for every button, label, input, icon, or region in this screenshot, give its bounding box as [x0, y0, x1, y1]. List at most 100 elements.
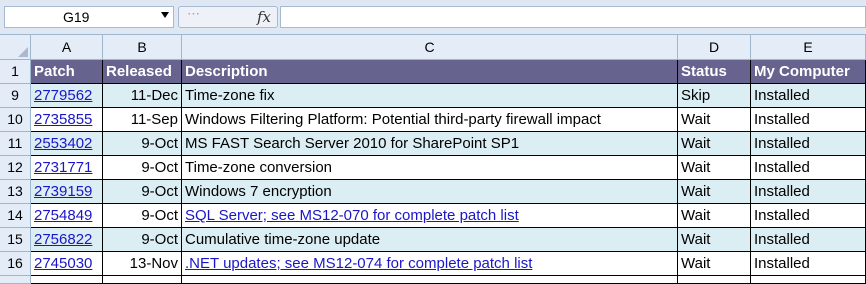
column-header-c[interactable]: C: [182, 35, 678, 60]
insert-function-button[interactable]: fx: [257, 8, 271, 26]
table-cell-col-e[interactable]: Installed: [751, 252, 866, 276]
row-header[interactable]: 10: [0, 108, 31, 132]
patch-link[interactable]: 2745030: [34, 255, 92, 272]
table-header-cell[interactable]: Released: [103, 60, 182, 84]
patch-link[interactable]: 2779562: [34, 87, 92, 104]
table-cell-col-c[interactable]: Time-zone conversion: [182, 156, 678, 180]
table-cell-col-d[interactable]: Skip: [678, 84, 751, 108]
patch-link[interactable]: 2735855: [34, 111, 92, 128]
table-cell-col-b[interactable]: 11-Sep: [103, 108, 182, 132]
column-header-b[interactable]: B: [103, 35, 182, 60]
table-cell-col-c[interactable]: Time-zone fix: [182, 84, 678, 108]
table-cell-col-e[interactable]: Installed: [751, 228, 866, 252]
formula-input[interactable]: [280, 6, 866, 28]
table-cell-col-a[interactable]: 2754849: [31, 204, 103, 228]
table-cell-col-b[interactable]: 9-Oct: [103, 228, 182, 252]
row-header[interactable]: 1: [0, 60, 31, 84]
released-cell: 9-Oct: [141, 207, 178, 224]
table-cell-col-b[interactable]: 11-Dec: [103, 84, 182, 108]
column-header-d[interactable]: D: [678, 35, 751, 60]
table-cell-col-e[interactable]: Installed: [751, 204, 866, 228]
patch-link[interactable]: 2553402: [34, 135, 92, 152]
column-header-e[interactable]: E: [751, 35, 866, 60]
patch-link[interactable]: 2756822: [34, 231, 92, 248]
table-cell-col-e[interactable]: Installed: [751, 84, 866, 108]
my-computer-cell: Installed: [754, 87, 810, 104]
table-cell-col-a[interactable]: 2731771: [31, 156, 103, 180]
status-cell: Wait: [681, 135, 711, 152]
table-cell-partial: [103, 276, 182, 284]
released-cell: 11-Dec: [130, 87, 178, 104]
my-computer-cell: Installed: [754, 231, 810, 248]
table-cell-col-e[interactable]: Installed: [751, 108, 866, 132]
row-header-partial[interactable]: [0, 276, 31, 284]
table-cell-col-c[interactable]: Cumulative time-zone update: [182, 228, 678, 252]
table-cell-col-b[interactable]: 9-Oct: [103, 156, 182, 180]
patch-link[interactable]: 2754849: [34, 207, 92, 224]
table-cell-col-e[interactable]: Installed: [751, 132, 866, 156]
table-header-cell[interactable]: My Computer: [751, 60, 866, 84]
patch-link[interactable]: 2731771: [34, 159, 92, 176]
patch-link[interactable]: 2739159: [34, 183, 92, 200]
my-computer-cell: Installed: [754, 135, 810, 152]
table-cell-col-a[interactable]: 2745030: [31, 252, 103, 276]
my-computer-cell: Installed: [754, 159, 810, 176]
row-header[interactable]: 12: [0, 156, 31, 180]
table-cell-col-d[interactable]: Wait: [678, 108, 751, 132]
table-cell-col-d[interactable]: Wait: [678, 156, 751, 180]
released-cell: 9-Oct: [141, 159, 178, 176]
table-cell-col-d[interactable]: Wait: [678, 132, 751, 156]
table-cell-col-c[interactable]: .NET updates; see MS12-074 for complete …: [182, 252, 678, 276]
table-cell-partial: [31, 276, 103, 284]
table-cell-partial: [182, 276, 678, 284]
select-all-button[interactable]: [0, 35, 31, 60]
description-cell: Time-zone conversion: [185, 159, 333, 176]
table-header-cell[interactable]: Status: [678, 60, 751, 84]
table-cell-col-b[interactable]: 9-Oct: [103, 204, 182, 228]
select-all-icon: [18, 47, 28, 57]
table-cell-partial: [751, 276, 866, 284]
table-cell-col-a[interactable]: 2735855: [31, 108, 103, 132]
status-cell: Wait: [681, 207, 711, 224]
table-header-cell[interactable]: Patch: [31, 60, 103, 84]
table-cell-col-a[interactable]: 2553402: [31, 132, 103, 156]
table-cell-col-c[interactable]: Windows 7 encryption: [182, 180, 678, 204]
name-box-value: G19: [63, 9, 90, 25]
my-computer-cell: Installed: [754, 111, 810, 128]
table-cell-col-b[interactable]: 13-Nov: [103, 252, 182, 276]
resize-handle-icon[interactable]: ⋯: [187, 6, 200, 22]
table-cell-col-d[interactable]: Wait: [678, 204, 751, 228]
table-cell-col-e[interactable]: Installed: [751, 156, 866, 180]
row-header[interactable]: 15: [0, 228, 31, 252]
status-cell: Wait: [681, 183, 711, 200]
table-cell-col-d[interactable]: Wait: [678, 180, 751, 204]
table-cell-col-c[interactable]: SQL Server; see MS12-070 for complete pa…: [182, 204, 678, 228]
table-cell-col-c[interactable]: Windows Filtering Platform: Potential th…: [182, 108, 678, 132]
table-cell-col-a[interactable]: 2756822: [31, 228, 103, 252]
table-cell-col-b[interactable]: 9-Oct: [103, 180, 182, 204]
table-cell-col-a[interactable]: 2779562: [31, 84, 103, 108]
name-box[interactable]: G19: [4, 6, 174, 28]
status-cell: Wait: [681, 111, 711, 128]
table-cell-col-b[interactable]: 9-Oct: [103, 132, 182, 156]
row-header[interactable]: 11: [0, 132, 31, 156]
column-header-a[interactable]: A: [31, 35, 103, 60]
row-header[interactable]: 13: [0, 180, 31, 204]
table-cell-col-d[interactable]: Wait: [678, 252, 751, 276]
description-link[interactable]: .NET updates; see MS12-074 for complete …: [185, 255, 532, 272]
description-cell: Time-zone fix: [185, 87, 275, 104]
row-header[interactable]: 14: [0, 204, 31, 228]
table-cell-col-a[interactable]: 2739159: [31, 180, 103, 204]
row-header[interactable]: 16: [0, 252, 31, 276]
table-cell-col-e[interactable]: Installed: [751, 180, 866, 204]
status-cell: Wait: [681, 231, 711, 248]
status-cell: Skip: [681, 87, 711, 104]
row-header[interactable]: 9: [0, 84, 31, 108]
description-link[interactable]: SQL Server; see MS12-070 for complete pa…: [185, 207, 519, 224]
chevron-down-icon[interactable]: [161, 12, 169, 18]
description-cell: Windows 7 encryption: [185, 183, 332, 200]
table-cell-col-d[interactable]: Wait: [678, 228, 751, 252]
table-cell-col-c[interactable]: MS FAST Search Server 2010 for SharePoin…: [182, 132, 678, 156]
status-cell: Wait: [681, 159, 711, 176]
table-header-cell[interactable]: Description: [182, 60, 678, 84]
